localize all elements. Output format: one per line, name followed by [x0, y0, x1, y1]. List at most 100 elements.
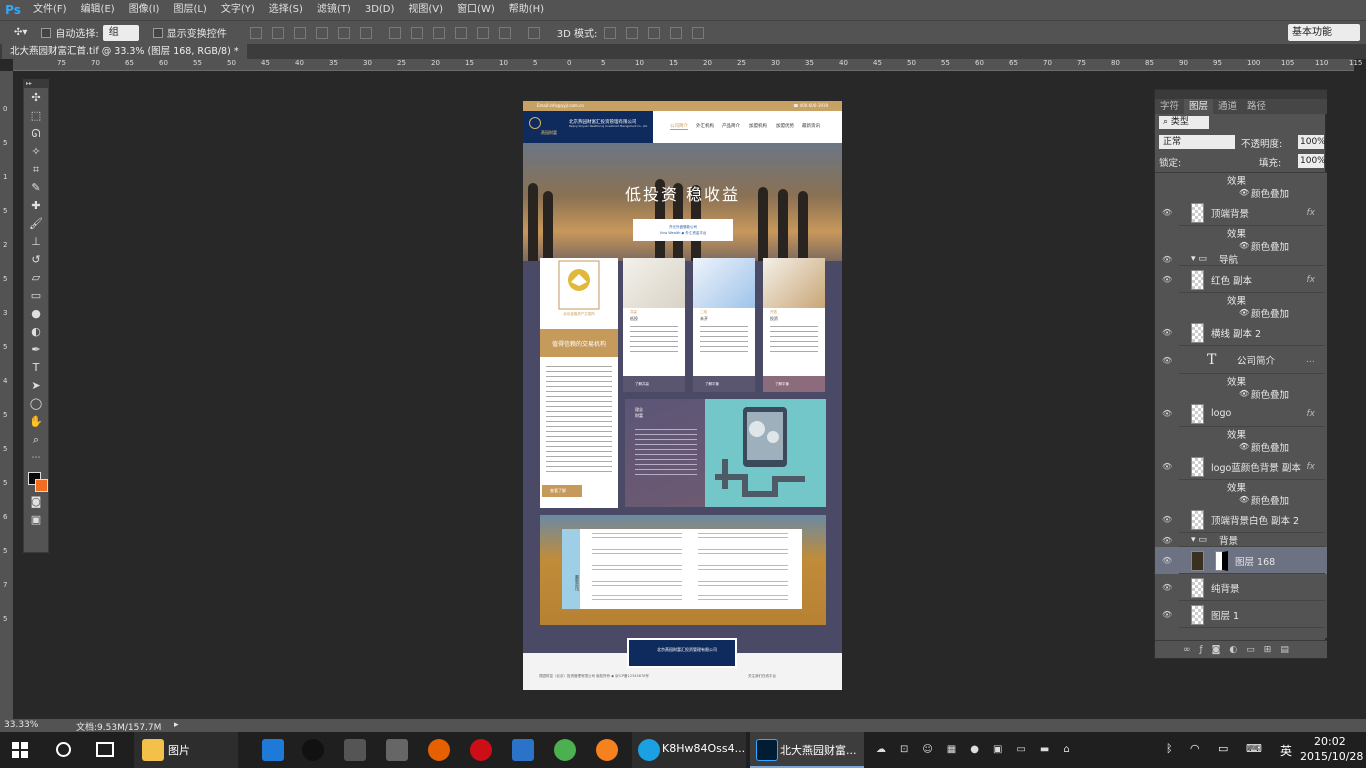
distribute-bottom-icon[interactable]: [432, 26, 445, 39]
chrome-icon[interactable]: [554, 739, 576, 761]
visibility-eye-icon[interactable]: 👁: [1162, 515, 1172, 524]
opacity-input[interactable]: 100%: [1298, 135, 1326, 149]
3d-slide-icon[interactable]: [670, 26, 683, 39]
align-top-icon[interactable]: [249, 26, 262, 39]
auto-select-dropdown[interactable]: 组: [102, 24, 139, 41]
layer-row[interactable]: 👁 logo蓝颜色背景 副本 fx: [1155, 453, 1327, 480]
blend-mode-dropdown[interactable]: 正常: [1159, 135, 1235, 149]
lasso-tool-icon[interactable]: ᘏ: [27, 126, 45, 142]
align-hcenter-icon[interactable]: [337, 26, 350, 39]
path-select-tool-icon[interactable]: ➤: [27, 378, 45, 394]
layer-effect-row[interactable]: 效果: [1155, 427, 1327, 441]
new-group-icon[interactable]: ▭: [1246, 645, 1264, 655]
eyedropper-tool-icon[interactable]: ✎: [27, 180, 45, 196]
layer-fx-indicator[interactable]: ...: [1306, 355, 1315, 365]
effect-visibility-icon[interactable]: 👁: [1239, 308, 1249, 317]
keyboard-icon[interactable]: ⌨: [1246, 742, 1262, 755]
layer-effect-row[interactable]: 👁 颜色叠加: [1155, 493, 1327, 507]
layer-group-row[interactable]: 👁 ▾ ▭ 背景: [1155, 533, 1327, 547]
brush-tool-icon[interactable]: 🖌: [27, 216, 45, 232]
quick-mask-icon[interactable]: ◙: [27, 494, 45, 510]
layers-list[interactable]: 效果 👁 颜色叠加 👁 顶端背景 fx 效果 👁 颜色叠加 👁 ▾ ▭ 导航 👁 红色 副本 fx 效果 👁 颜色…: [1155, 172, 1327, 638]
menu-filter[interactable]: 滤镜(T): [310, 0, 358, 20]
folder-icon[interactable]: ▾ ▭: [1191, 254, 1207, 264]
visibility-eye-icon[interactable]: 👁: [1162, 583, 1172, 592]
layer-row[interactable]: 👁 图层 1: [1155, 601, 1327, 628]
align-vcenter-icon[interactable]: [271, 26, 284, 39]
menu-3d[interactable]: 3D(D): [358, 0, 402, 20]
menu-view[interactable]: 视图(V): [401, 0, 450, 20]
layer-fx-indicator[interactable]: fx: [1307, 462, 1316, 472]
visibility-eye-icon[interactable]: 👁: [1162, 610, 1172, 619]
qq-icon[interactable]: [302, 739, 324, 761]
blur-tool-icon[interactable]: ●: [27, 306, 45, 322]
notification-icon[interactable]: ▭: [1218, 742, 1228, 755]
task-view-icon[interactable]: [96, 742, 114, 757]
visibility-eye-icon[interactable]: 👁: [1162, 462, 1172, 471]
clone-stamp-tool-icon[interactable]: ⊥: [27, 234, 45, 250]
menu-edit[interactable]: 编辑(E): [74, 0, 122, 20]
layer-fx-indicator[interactable]: fx: [1307, 409, 1316, 419]
adjustment-icon[interactable]: ◐: [1229, 645, 1246, 655]
visibility-eye-icon[interactable]: 👁: [1162, 409, 1172, 418]
visibility-eye-icon[interactable]: 👁: [1162, 275, 1172, 284]
visibility-eye-icon[interactable]: 👁: [1162, 255, 1172, 264]
app-icon[interactable]: [512, 739, 534, 761]
auto-select-checkbox[interactable]: [41, 27, 52, 38]
trash-icon[interactable]: ▤: [1280, 645, 1298, 655]
menu-help[interactable]: 帮助(H): [502, 0, 551, 20]
fx-icon[interactable]: ƒ: [1200, 645, 1212, 655]
layer-row[interactable]: 👁 顶端背景白色 副本 2: [1155, 506, 1327, 533]
taskbar-app-ie[interactable]: K8Hw84Oss4...: [632, 732, 746, 768]
layer-row[interactable]: 👁 红色 副本 fx: [1155, 266, 1327, 293]
browser-icon[interactable]: [596, 739, 618, 761]
document-canvas[interactable]: Email:info@yyjr.com.cn ☎ 400-600-1919 北京…: [523, 101, 842, 690]
history-brush-tool-icon[interactable]: ↺: [27, 252, 45, 268]
layer-effect-row[interactable]: 👁 颜色叠加: [1155, 387, 1327, 401]
distribute-vcenter-icon[interactable]: [410, 26, 423, 39]
3d-rotate-icon[interactable]: [604, 26, 617, 39]
layer-effect-row[interactable]: 👁 颜色叠加: [1155, 440, 1327, 454]
hand-tool-icon[interactable]: ✋: [27, 414, 45, 430]
fill-input[interactable]: 100%: [1298, 154, 1326, 168]
effect-visibility-icon[interactable]: 👁: [1239, 241, 1249, 250]
layer-group-row[interactable]: 👁 ▾ ▭ 导航: [1155, 252, 1327, 266]
layer-row[interactable]: 👁 顶端背景 fx: [1155, 199, 1327, 226]
layer-effect-row[interactable]: 👁 颜色叠加: [1155, 186, 1327, 200]
app-icon[interactable]: [386, 739, 408, 761]
layer-row[interactable]: 👁 横线 副本 2: [1155, 319, 1327, 346]
document-tab[interactable]: 北大燕园财富汇首.tif @ 33.3% (图层 168, RGB/8) *: [2, 44, 247, 59]
align-left-icon[interactable]: [315, 26, 328, 39]
menu-file[interactable]: 文件(F): [26, 0, 74, 20]
mask-icon[interactable]: ◙: [1212, 645, 1230, 655]
menu-select[interactable]: 选择(S): [262, 0, 310, 20]
status-arrow-icon[interactable]: ▸: [174, 720, 179, 730]
layer-effect-row[interactable]: 效果: [1155, 293, 1327, 307]
layer-fx-indicator[interactable]: fx: [1307, 208, 1316, 218]
system-tray[interactable]: ☁⊡☺▦●▣▭▬⌂: [876, 744, 1126, 756]
tab-channels[interactable]: 通道: [1213, 99, 1242, 114]
color-swatches[interactable]: [26, 470, 48, 492]
3d-drag-icon[interactable]: [648, 26, 661, 39]
folder-icon[interactable]: ▾ ▭: [1191, 535, 1207, 545]
layer-fx-indicator[interactable]: fx: [1307, 275, 1316, 285]
wifi-icon[interactable]: ◠: [1190, 742, 1200, 755]
distribute-left-icon[interactable]: [454, 26, 467, 39]
layer-effect-row[interactable]: 效果: [1155, 173, 1327, 187]
layer-effect-row[interactable]: 👁 颜色叠加: [1155, 239, 1327, 253]
workspace-dropdown[interactable]: 基本功能: [1288, 24, 1360, 41]
visibility-eye-icon[interactable]: 👁: [1162, 536, 1172, 545]
effect-visibility-icon[interactable]: 👁: [1239, 389, 1249, 398]
tab-paths[interactable]: 路径: [1242, 99, 1271, 114]
link-layers-icon[interactable]: ∞: [1183, 645, 1200, 655]
layer-effect-row[interactable]: 效果: [1155, 226, 1327, 240]
menu-image[interactable]: 图像(I): [122, 0, 167, 20]
clock-time[interactable]: 20:02: [1314, 735, 1346, 748]
edge-icon[interactable]: [262, 739, 284, 761]
tab-character[interactable]: 字符: [1155, 99, 1184, 114]
visibility-eye-icon[interactable]: 👁: [1162, 556, 1172, 565]
healing-brush-tool-icon[interactable]: ✚: [27, 198, 45, 214]
opera-icon[interactable]: [470, 739, 492, 761]
quick-select-tool-icon[interactable]: ✧: [27, 144, 45, 160]
visibility-eye-icon[interactable]: 👁: [1162, 208, 1172, 217]
